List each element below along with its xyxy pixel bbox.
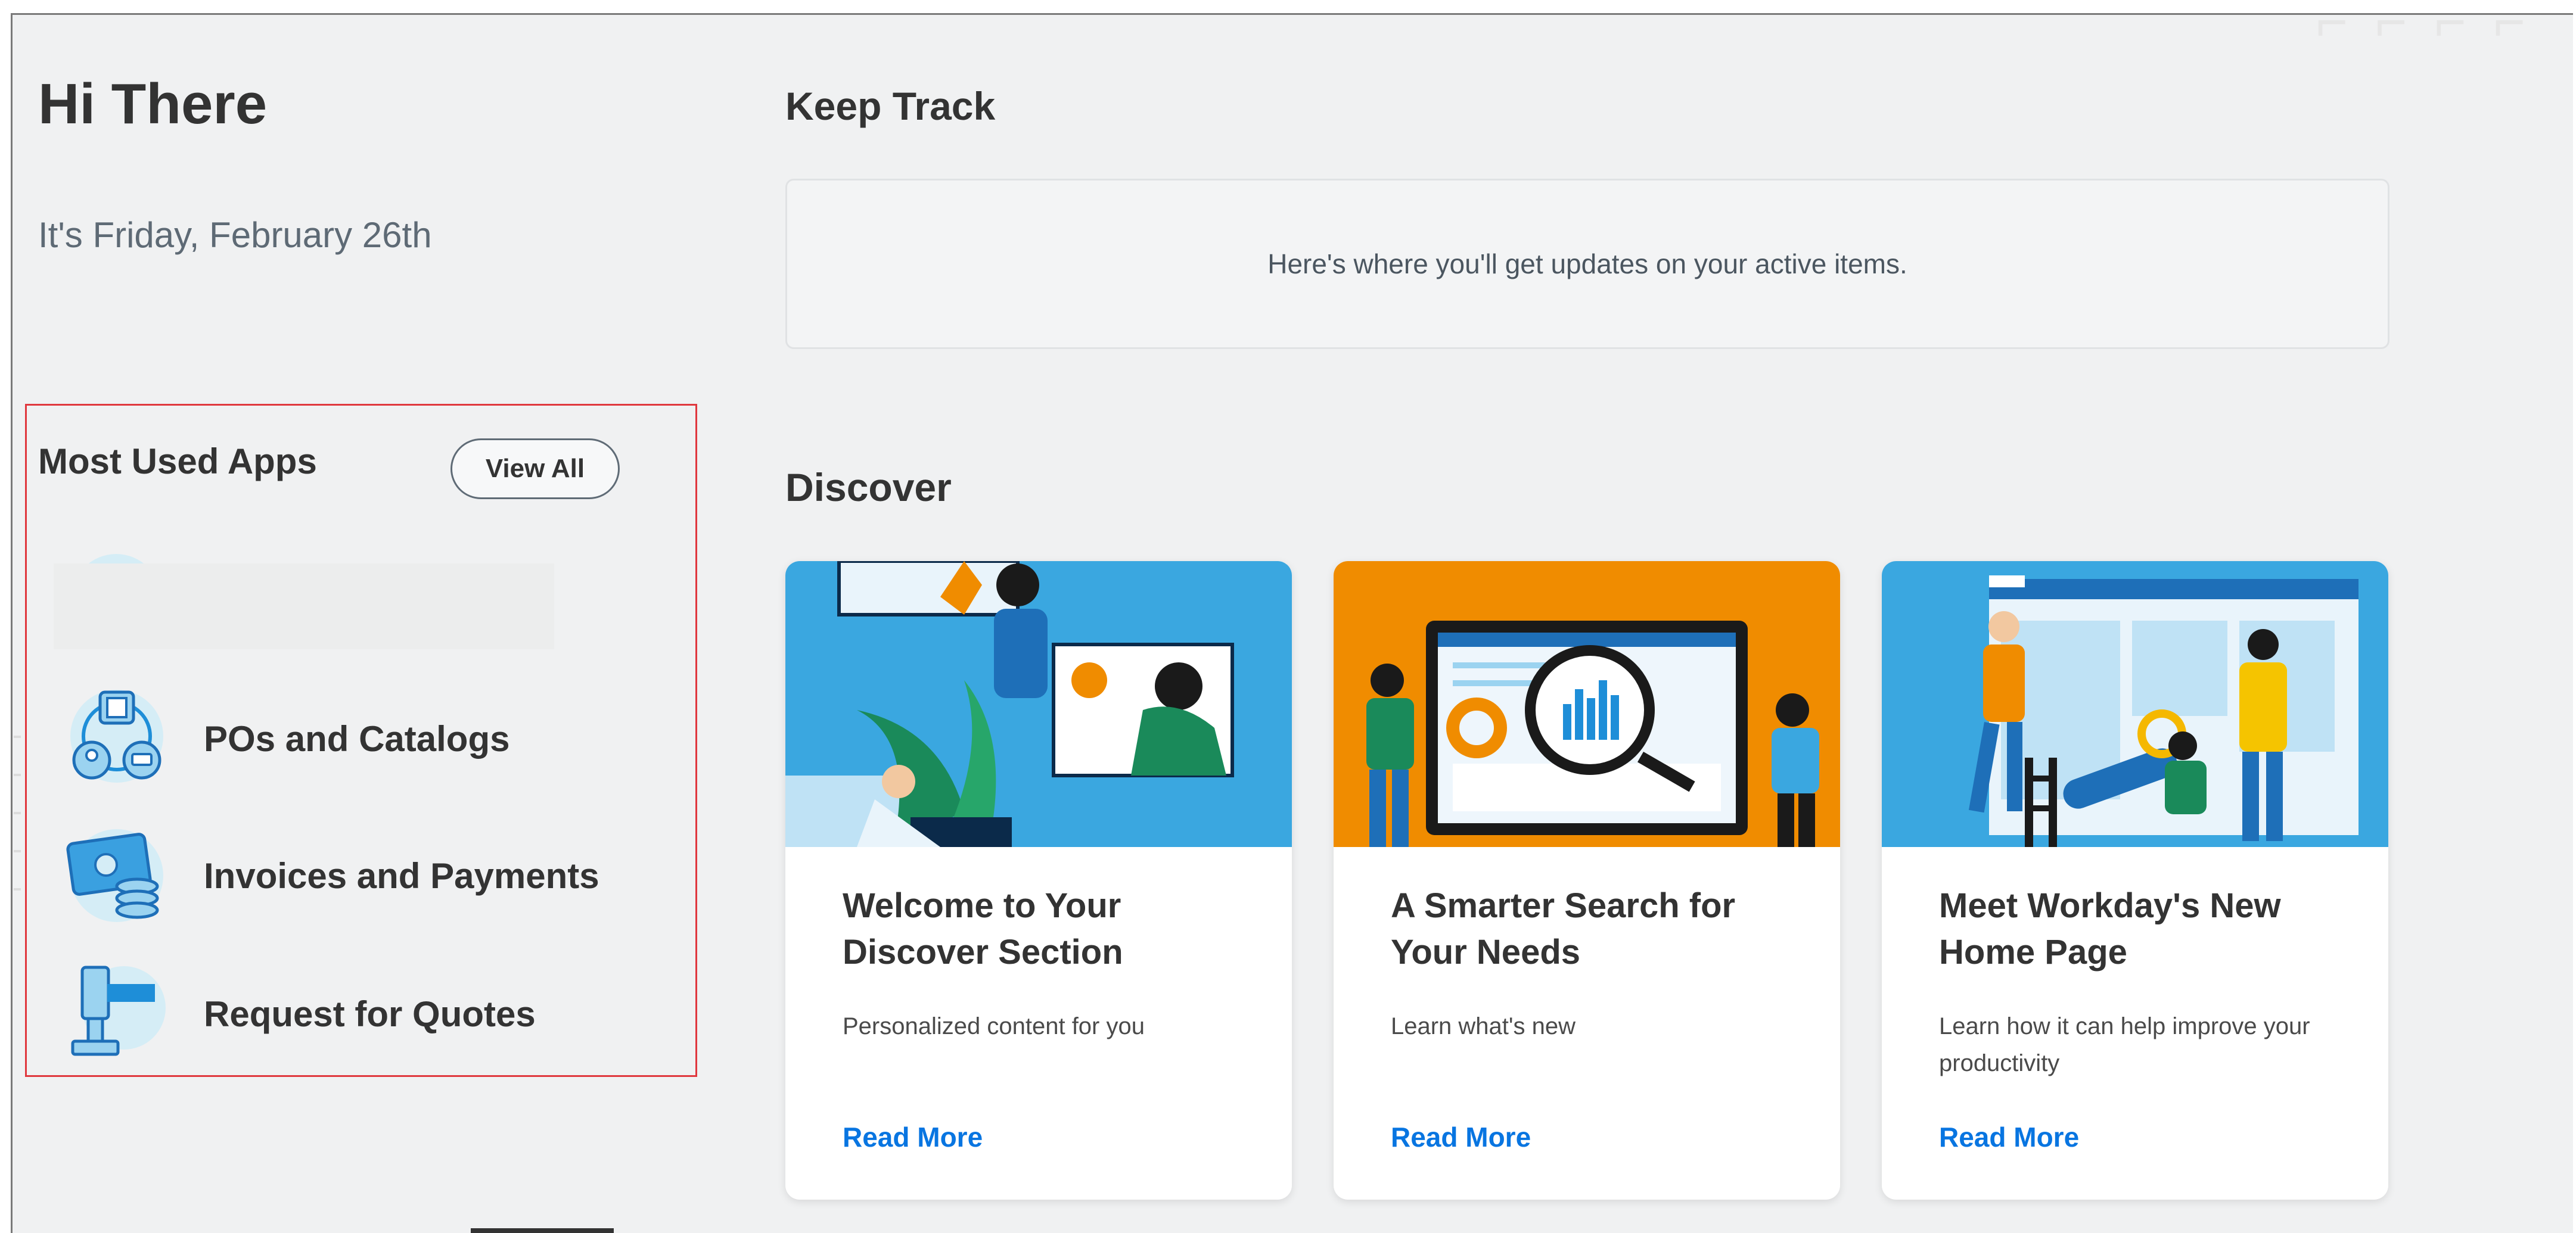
keep-track-title: Keep Track: [785, 84, 996, 128]
read-more-link[interactable]: Read More: [1939, 1121, 2079, 1153]
discover-title: Discover: [785, 465, 952, 509]
edge-marks-decoration: [13, 700, 24, 1057]
date-text: It's Friday, February 26th: [38, 215, 432, 255]
app-label: POs and Catalogs: [204, 719, 510, 759]
invoices-payments-icon: [66, 829, 163, 922]
app-item-request-quotes[interactable]: Request for Quotes: [64, 959, 660, 1066]
request-quotes-icon: [71, 966, 166, 1056]
redacted-block: [54, 563, 554, 649]
greeting-heading: Hi There: [38, 72, 268, 136]
keep-track-empty-message: Here's where you'll get updates on your …: [1267, 248, 1907, 279]
read-more-link[interactable]: Read More: [1391, 1121, 1531, 1153]
view-all-button[interactable]: View All: [450, 438, 620, 499]
card-title: Meet Workday's New Home Page: [1939, 886, 2281, 972]
discover-card-smarter-search[interactable]: A Smarter Search for Your Needs Learn wh…: [1334, 561, 1840, 1200]
discover-card-new-home-page[interactable]: Meet Workday's New Home Page Learn how i…: [1882, 561, 2388, 1200]
app-item-invoices-payments[interactable]: Invoices and Payments: [64, 821, 660, 928]
app-label: Invoices and Payments: [204, 856, 599, 896]
card-description: Learn what's new: [1391, 1013, 1576, 1039]
redacted-app-item: [54, 548, 554, 649]
card-description: Learn how it can help improve your produ…: [1939, 1013, 2310, 1076]
pos-catalogs-icon: [70, 690, 163, 783]
app-item-pos-catalogs[interactable]: POs and Catalogs: [64, 684, 660, 791]
read-more-link[interactable]: Read More: [843, 1121, 983, 1153]
watermark-decoration: ⌐ ⌐ ⌐ ⌐: [2316, 13, 2531, 52]
keep-track-panel: Here's where you'll get updates on your …: [785, 179, 2389, 349]
most-used-apps-title: Most Used Apps: [38, 441, 317, 481]
card-title: Welcome to Your Discover Section: [843, 886, 1123, 972]
new-home-page-illustration: [1882, 561, 2388, 847]
card-description: Personalized content for you: [843, 1013, 1145, 1039]
welcome-illustration: [785, 561, 1292, 847]
smarter-search-illustration: [1334, 561, 1840, 847]
card-title: A Smarter Search for Your Needs: [1391, 886, 1736, 972]
bottom-scroll-indicator: [471, 1228, 614, 1233]
discover-card-welcome[interactable]: Welcome to Your Discover Section Persona…: [785, 561, 1292, 1200]
app-label: Request for Quotes: [204, 994, 536, 1034]
